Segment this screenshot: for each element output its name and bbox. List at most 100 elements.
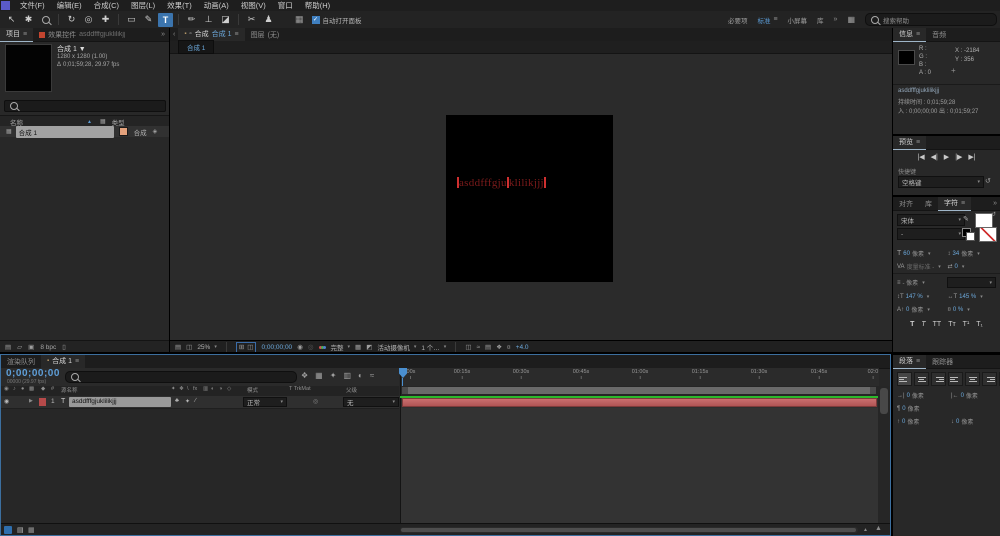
tab-overflow-icon[interactable]: » (993, 200, 1000, 207)
fast-preview-icon[interactable]: ≈ (476, 344, 480, 351)
tab-character[interactable]: 字符 ≡ (938, 197, 972, 211)
panel-menu-icon[interactable]: ≡ (75, 358, 79, 365)
panel-menu-icon[interactable]: ≡ (916, 31, 920, 38)
show-snapshot-icon[interactable]: ◎ (308, 343, 314, 351)
new-composition-icon[interactable]: ▣ (28, 343, 34, 351)
first-line-indent-field[interactable]: ¶ 0 像素 (897, 404, 945, 414)
menu-file[interactable]: 文件(F) (14, 0, 51, 11)
panel-menu-icon[interactable]: ≡ (961, 200, 965, 207)
baseline-option-control[interactable]: ≡ - 像素 ▾ (897, 278, 945, 288)
menu-edit[interactable]: 编辑(E) (51, 0, 88, 11)
workspace-libraries[interactable]: 库 (817, 15, 824, 25)
panel-menu-icon[interactable]: ≡ (23, 31, 27, 38)
tab-overflow-icon[interactable]: » (161, 31, 169, 38)
proportional-spacing-control[interactable]: ¤ 0 % ▾ (948, 307, 997, 313)
mask-visibility-icon[interactable]: ◫ (247, 343, 253, 351)
layer-row[interactable]: ◉ ▶ 1 T asddfffgjuklilikjjj ♣ ✦ ∕ 正常 ▾ ◎… (1, 396, 399, 409)
justify-last-center-button[interactable] (965, 372, 980, 386)
baseline-shift-control[interactable]: A↑ 0 像素 ▾ (897, 305, 946, 315)
project-comp-name[interactable]: 合成 1 ▼ (57, 44, 86, 54)
auto-open-panels-checkbox[interactable]: ✓ 自动打开面板 (311, 15, 362, 25)
hand-tool-icon[interactable]: ✱ (21, 13, 36, 27)
eraser-tool-icon[interactable]: ◪ (218, 13, 233, 27)
tab-align[interactable]: 对齐 (893, 197, 919, 210)
puppet-pin-tool-icon[interactable]: ♟ (261, 13, 276, 27)
text-tool-icon[interactable]: T (158, 12, 173, 27)
panel-menu-icon[interactable]: ≡ (234, 31, 238, 38)
mini-timeline-icon[interactable]: ▤ (485, 343, 491, 351)
align-right-button[interactable] (931, 372, 946, 386)
track-area[interactable] (400, 408, 879, 523)
expand-inout-pane-icon[interactable]: ▦ (28, 526, 35, 534)
play-button[interactable]: ▶ (944, 153, 949, 161)
zoom-tool-icon[interactable] (38, 13, 53, 27)
rotation-tool-icon[interactable]: ↻ (64, 13, 79, 27)
canvas-text-layer[interactable]: asddfffgju klilikjjj (457, 176, 546, 189)
magnification-dropdown[interactable]: 25% ▾ (197, 344, 217, 351)
superscript-button[interactable]: T¹ (963, 321, 970, 328)
tab-tracker[interactable]: 跟踪器 (926, 355, 959, 368)
tab-audio[interactable]: 音频 (926, 28, 952, 41)
vscroll-thumb[interactable] (880, 388, 888, 414)
vertical-scale-control[interactable]: ↕T 147 % ▾ (897, 294, 946, 300)
camera-tool-icon[interactable]: ◎ (81, 13, 96, 27)
justify-last-left-button[interactable] (948, 372, 963, 386)
layer-label-chip[interactable] (39, 398, 46, 406)
new-folder-icon[interactable]: ▱ (17, 343, 22, 351)
mini-flowchart-icon[interactable]: ❖ (496, 343, 502, 351)
layer-name[interactable]: asddfffgjuklilikjjj (69, 397, 171, 407)
font-size-control[interactable]: T 60 像素 ▾ (897, 249, 946, 258)
align-left-button[interactable] (897, 372, 912, 386)
region-of-interest-icon[interactable]: ▦ (355, 343, 361, 351)
workspace-menu-icon[interactable]: ≡ (773, 16, 777, 23)
faux-italic-button[interactable]: T (921, 321, 925, 328)
layer-mode-dropdown[interactable]: 正常 ▾ (243, 397, 287, 407)
snapshot-camera-icon[interactable]: ◉ (297, 343, 303, 351)
menu-animation[interactable]: 动画(A) (198, 0, 235, 11)
space-before-field[interactable]: ↑ 0 像素 (897, 417, 945, 427)
parent-column[interactable]: 父级 (346, 386, 357, 394)
project-row-name[interactable]: 合成 1 (15, 125, 114, 138)
menu-view[interactable]: 视图(V) (235, 0, 272, 11)
eye-column-icon[interactable]: ◉ (4, 386, 9, 392)
tab-project[interactable]: 项目 ≡ (0, 28, 34, 42)
font-style-dropdown[interactable]: - ▾ (897, 228, 965, 240)
solo-column-icon[interactable]: ● (21, 386, 24, 392)
layer-expand-icon[interactable]: ▶ (29, 398, 33, 404)
audio-column-icon[interactable]: ♪ (13, 386, 16, 392)
tab-library[interactable]: 库 (919, 197, 938, 210)
mode-column[interactable]: 模式 (247, 386, 258, 394)
layer-quality-icon[interactable]: ∕ (195, 398, 196, 404)
trkmat-column[interactable]: T TrkMat (289, 386, 311, 392)
workspace-essentials[interactable]: 必要项 (728, 15, 748, 25)
source-name-column[interactable]: 源名称 (61, 386, 78, 394)
interpret-footage-icon[interactable]: ▤ (5, 343, 11, 351)
menu-window[interactable]: 窗口 (272, 0, 299, 11)
workspace-standard[interactable]: 标准 ≡ (757, 15, 777, 25)
frame-blending-icon[interactable]: ▥ (343, 371, 351, 380)
time-ruler[interactable]: :00s 00:15s 00:30s 00:45s 01:00s 01:15s … (399, 368, 879, 387)
pixel-aspect-icon[interactable]: ◫ (465, 343, 471, 351)
timeline-hscrollbar[interactable] (400, 527, 858, 533)
panel-launch-icon[interactable]: ▦ (295, 14, 304, 25)
graph-editor-icon[interactable]: ≈ (370, 371, 374, 380)
previous-frame-button[interactable]: ◀| (931, 153, 938, 161)
label-color-chip[interactable] (118, 127, 128, 136)
grid-icon[interactable]: ⊞ (239, 343, 244, 351)
exposure-reset-icon[interactable]: ¤ (507, 344, 511, 351)
trkmat-none-icon[interactable]: ◎ (313, 398, 318, 405)
tab-layer[interactable]: 图层 (无) (245, 28, 286, 41)
swap-colors-icon[interactable]: ↺ (991, 211, 996, 218)
layer-parent-dropdown[interactable]: 无 ▾ (343, 397, 399, 407)
font-family-dropdown[interactable]: 宋体 ▾ (897, 214, 965, 226)
workspace-small-screen[interactable]: 小屏幕 (788, 15, 808, 25)
justify-last-right-button[interactable] (982, 372, 997, 386)
menu-layer[interactable]: 图层(L) (125, 0, 161, 11)
shortcut-dropdown[interactable]: 空格键 ▾ (898, 176, 984, 188)
column-type[interactable]: 类型 (112, 117, 125, 127)
leading-control[interactable]: ↕ 34 像素 ▾ (948, 249, 997, 259)
layers-icon[interactable]: ▤ (175, 343, 181, 351)
zoom-in-mountain-icon[interactable]: ▲ (875, 525, 882, 532)
indent-right-field[interactable]: |← 0 像素 (951, 391, 999, 401)
layer-duration-bar[interactable] (402, 398, 877, 407)
